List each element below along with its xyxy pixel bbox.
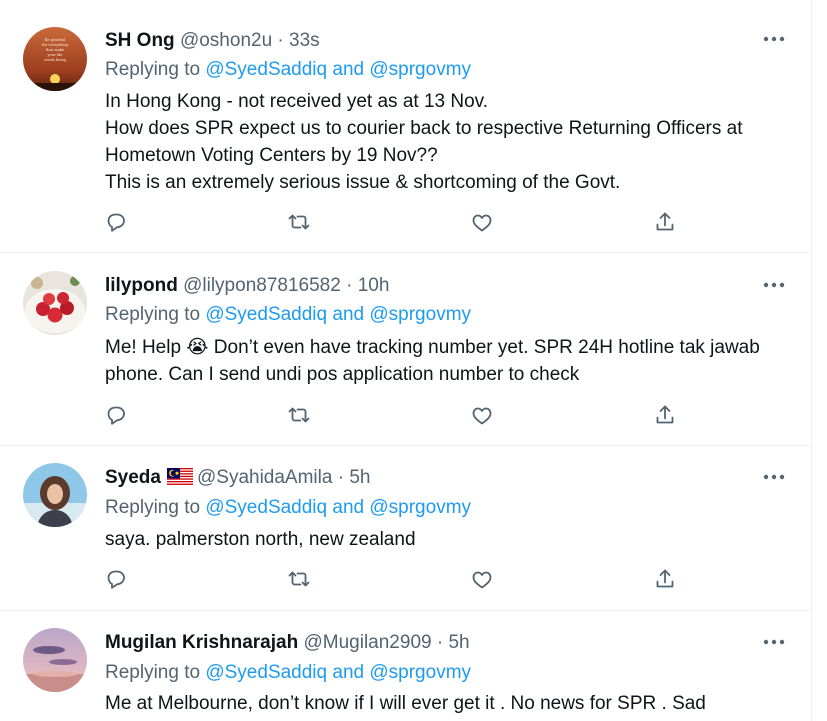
retweet-icon[interactable] xyxy=(287,567,313,593)
more-icon[interactable] xyxy=(762,635,786,649)
share-icon[interactable] xyxy=(653,210,679,236)
separator: · xyxy=(332,467,350,488)
replying-to: Replying to @SyedSaddiq and @sprgovmy xyxy=(105,661,471,685)
avatar[interactable] xyxy=(23,463,87,527)
tweet-header: SH Ong @oshon2u · 33s xyxy=(105,29,320,53)
mention-link[interactable]: @SyedSaddiq xyxy=(205,59,327,80)
mention-conjunction: and xyxy=(332,497,365,518)
display-name[interactable]: Mugilan Krishnarajah xyxy=(105,632,298,653)
timestamp[interactable]: 10h xyxy=(358,275,390,296)
user-handle[interactable]: @oshon2u xyxy=(180,30,272,51)
user-handle[interactable]: @Mugilan2909 xyxy=(303,632,431,653)
tweet-line: In Hong Kong - not received yet as at 13… xyxy=(105,91,489,112)
like-icon[interactable] xyxy=(470,210,496,236)
replying-label: Replying to xyxy=(105,497,201,518)
tweet-line: saya. palmerston north, new zealand xyxy=(105,529,416,550)
reply-icon[interactable] xyxy=(104,403,130,429)
mention-link[interactable]: @sprgovmy xyxy=(369,304,471,325)
mention-link[interactable]: @SyedSaddiq xyxy=(205,497,327,518)
malaysia-flag-icon xyxy=(166,468,193,493)
tweet-line: Hometown Voting Centers by 19 Nov?? xyxy=(105,145,438,166)
replying-label: Replying to xyxy=(105,59,201,80)
tweet-sh-ong[interactable]: Be grateful for everything that make you… xyxy=(0,0,811,253)
replying-label: Replying to xyxy=(105,662,201,683)
mention-conjunction: and xyxy=(332,662,365,683)
separator: · xyxy=(272,30,290,51)
more-icon[interactable] xyxy=(762,278,786,292)
tweet-header: Mugilan Krishnarajah @Mugilan2909 · 5h xyxy=(105,631,470,655)
mention-link[interactable]: @sprgovmy xyxy=(369,662,471,683)
mention-link[interactable]: @SyedSaddiq xyxy=(205,662,327,683)
avatar[interactable] xyxy=(23,628,87,692)
display-name[interactable]: SH Ong xyxy=(105,30,175,51)
mention-conjunction: and xyxy=(332,304,365,325)
share-icon[interactable] xyxy=(653,403,679,429)
tweet-line: This is an extremely serious issue & sho… xyxy=(105,172,621,193)
action-bar xyxy=(104,210,684,236)
user-handle[interactable]: @lilypon87816582 xyxy=(183,275,341,296)
svg-text:your life: your life xyxy=(46,53,62,57)
like-icon[interactable] xyxy=(470,403,496,429)
reply-icon[interactable] xyxy=(104,567,130,593)
svg-text:Be grateful: Be grateful xyxy=(45,38,66,42)
tweet-line: Me! Help 😭 Don’t even have tracking numb… xyxy=(105,337,760,358)
more-icon[interactable] xyxy=(762,32,786,46)
tweet-syeda[interactable]: Syeda @SyahidaAmila · 5h Replying to @Sye… xyxy=(0,446,811,611)
mention-conjunction: and xyxy=(332,59,365,80)
reply-feed: Be grateful for everything that make you… xyxy=(0,0,812,721)
avatar[interactable] xyxy=(23,271,87,335)
tweet-line: How does SPR expect us to courier back t… xyxy=(105,118,743,139)
tweet-header: lilypond @lilypon87816582 · 10h xyxy=(105,274,389,298)
retweet-icon[interactable] xyxy=(287,403,313,429)
mention-link[interactable]: @sprgovmy xyxy=(369,497,471,518)
replying-to: Replying to @SyedSaddiq and @sprgovmy xyxy=(105,58,471,82)
replying-to: Replying to @SyedSaddiq and @sprgovmy xyxy=(105,496,471,520)
mention-link[interactable]: @SyedSaddiq xyxy=(205,304,327,325)
retweet-icon[interactable] xyxy=(287,210,313,236)
timestamp[interactable]: 33s xyxy=(289,30,320,51)
tweet-text: In Hong Kong - not received yet as at 13… xyxy=(105,88,795,196)
action-bar xyxy=(104,567,684,593)
separator: · xyxy=(431,632,449,653)
display-name[interactable]: lilypond xyxy=(105,275,178,296)
replying-to: Replying to @SyedSaddiq and @sprgovmy xyxy=(105,303,471,327)
timestamp[interactable]: 5h xyxy=(448,632,469,653)
svg-text:that make: that make xyxy=(46,48,64,52)
svg-text:worth living: worth living xyxy=(44,58,67,62)
tweet-header: Syeda @SyahidaAmila · 5h xyxy=(105,466,370,493)
tweet-line: phone. Can I send undi pos application n… xyxy=(105,364,580,385)
reply-icon[interactable] xyxy=(104,210,130,236)
timestamp[interactable]: 5h xyxy=(349,467,370,488)
tweet-text: saya. palmerston north, new zealand xyxy=(105,526,795,553)
like-icon[interactable] xyxy=(470,567,496,593)
tweet-line: Me at Melbourne, don’t know if I will ev… xyxy=(105,693,706,714)
tweet-text: Me! Help 😭 Don’t even have tracking numb… xyxy=(105,334,795,388)
replying-label: Replying to xyxy=(105,304,201,325)
more-icon[interactable] xyxy=(762,470,786,484)
mention-link[interactable]: @sprgovmy xyxy=(369,59,471,80)
display-name[interactable]: Syeda xyxy=(105,467,161,488)
user-handle[interactable]: @SyahidaAmila xyxy=(197,467,332,488)
separator: · xyxy=(340,275,358,296)
avatar[interactable]: Be grateful for everything that make you… xyxy=(23,27,87,91)
svg-text:for everything: for everything xyxy=(42,43,69,47)
tweet-lilypond[interactable]: lilypond @lilypon87816582 · 10h Replying… xyxy=(0,253,811,446)
action-bar xyxy=(104,403,684,429)
tweet-mugilan[interactable]: Mugilan Krishnarajah @Mugilan2909 · 5h R… xyxy=(0,611,811,721)
tweet-text: Me at Melbourne, don’t know if I will ev… xyxy=(105,690,795,717)
share-icon[interactable] xyxy=(653,567,679,593)
